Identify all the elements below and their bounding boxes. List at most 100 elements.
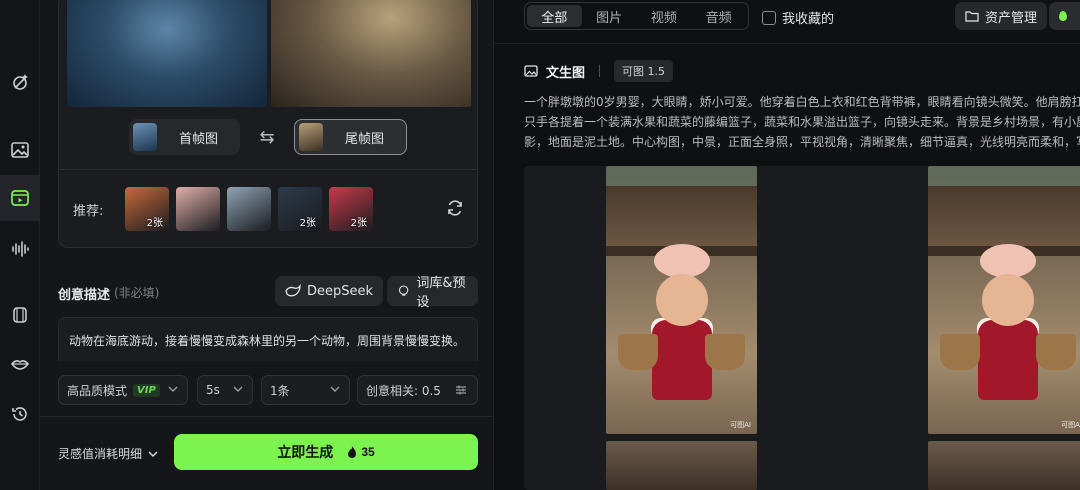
tab-2[interactable]: 视频 <box>637 5 692 27</box>
deepseek-label: DeepSeek <box>307 283 374 299</box>
last-frame-thumb <box>299 123 324 151</box>
recommendation-count: 2张 <box>350 218 367 229</box>
image-pig <box>980 244 1036 278</box>
canvas-icon <box>13 307 27 323</box>
relevance-setting[interactable]: 创意相关: 0.5 <box>357 375 478 405</box>
folder-icon <box>965 11 979 22</box>
description-input[interactable]: 动物在海底游动，接着慢慢变成森林里的另一个动物，周围背景慢慢变换。 <box>58 317 478 361</box>
count-value: 1条 <box>270 383 290 398</box>
rail-item-image[interactable] <box>0 127 40 173</box>
audio-wave-icon <box>12 241 29 257</box>
video-icon <box>11 190 29 206</box>
generate-button[interactable]: 立即生成 35 <box>174 434 478 470</box>
sliders-icon <box>456 385 466 395</box>
image-overalls <box>651 320 712 400</box>
first-frame-image[interactable] <box>67 0 267 107</box>
recommendation-count: 2张 <box>299 218 316 229</box>
library-label: 词库&预设 <box>416 276 466 310</box>
rail-item-magic[interactable] <box>0 60 40 106</box>
history-icon <box>12 407 27 421</box>
first-frame-button[interactable]: 首帧图 <box>129 119 241 155</box>
last-frame-image[interactable] <box>271 0 471 107</box>
recommendation-thumb[interactable]: 2张 <box>125 187 169 231</box>
rail-item-video[interactable] <box>0 175 40 221</box>
chevron-down-icon <box>148 451 158 457</box>
watermark: 可图AI <box>730 421 751 429</box>
result-prompt: 一个胖墩墩的0岁男婴，大眼睛，娇小可爱。他穿着白色上衣和红色背带裤，眼睛看向镜头… <box>524 92 1080 152</box>
filter-tabs: 全部 图片 视频 音频 <box>524 2 749 30</box>
library-button[interactable]: 词库&预设 <box>387 276 478 310</box>
duration-select[interactable]: 5s <box>197 375 253 405</box>
result-image-4[interactable] <box>928 441 1080 490</box>
cost-label: 灵感值消耗明细 <box>58 447 143 461</box>
asset-management-button[interactable]: 资产管理 <box>955 2 1048 30</box>
duration-value: 5s <box>206 383 220 397</box>
prompt-line: 一个胖墩墩的0岁男婴，大眼睛，娇小可爱。他穿着白色上衣和红色背带裤，眼睛看向镜头… <box>524 95 1080 109</box>
first-frame-thumb <box>133 123 157 151</box>
count-select[interactable]: 1条 <box>261 375 350 405</box>
last-frame-button[interactable]: 尾帧图 <box>294 119 408 155</box>
flame-icon <box>348 446 357 458</box>
image-icon <box>11 142 29 158</box>
tab-3[interactable]: 音频 <box>691 5 746 27</box>
recommendation-list: 2张 2张 2张 <box>125 187 373 231</box>
favorites-label: 我收藏的 <box>782 12 835 27</box>
frame-preview-area <box>67 0 471 107</box>
vip-badge: VIP <box>133 383 160 397</box>
frames-card: 首帧图 ⇆ 尾帧图 推荐: 2张 2张 2张 <box>58 0 478 248</box>
rail-item-history[interactable] <box>0 391 40 437</box>
recommend-label: 推荐: <box>73 204 104 219</box>
image-baby-face <box>655 274 708 326</box>
result-grid: 可图AI 可图AI <box>524 166 1080 490</box>
description-header: 创意描述 (非必填) DeepSeek 词库&预设 <box>58 276 478 310</box>
deepseek-whale-icon <box>285 283 301 297</box>
chevron-down-icon <box>330 386 340 392</box>
flame-icon <box>1059 11 1067 21</box>
result-image-1[interactable]: 可图AI <box>606 166 757 434</box>
recommendation-thumb[interactable]: 2张 <box>329 187 373 231</box>
prompt-line: 只手各提着一个装满水果和蔬菜的藤编篮子，蔬菜和水果溢出篮子，向镜头走来。背景是乡… <box>524 115 1080 129</box>
recommendation-thumb[interactable] <box>227 187 271 231</box>
description-title: 创意描述 <box>58 288 111 303</box>
credits-button[interactable] <box>1049 2 1080 30</box>
first-frame-label: 首帧图 <box>179 131 219 147</box>
left-nav-rail <box>0 0 40 490</box>
tab-0[interactable]: 全部 <box>527 5 582 27</box>
result-image-3[interactable] <box>606 441 757 490</box>
last-frame-label: 尾帧图 <box>345 131 385 147</box>
quality-select[interactable]: 高品质模式 VIP <box>58 375 188 405</box>
refresh-icon[interactable] <box>445 198 465 218</box>
model-tag: 可图 1.5 <box>614 60 674 82</box>
chevron-down-icon <box>168 386 178 392</box>
frame-selector: 首帧图 ⇆ 尾帧图 <box>129 119 408 155</box>
generate-bar: 灵感值消耗明细 立即生成 35 <box>40 416 494 490</box>
favorites-filter[interactable]: 我收藏的 <box>762 8 834 27</box>
watermark: 可图AI <box>1061 421 1080 429</box>
results-topbar: 全部 图片 视频 音频 我收藏的 资产管理 <box>494 0 1080 44</box>
swap-icon[interactable]: ⇆ <box>256 127 278 148</box>
magic-wand-icon <box>13 74 28 90</box>
rail-item-lipsync[interactable] <box>0 341 40 387</box>
favorites-checkbox[interactable] <box>762 10 776 25</box>
generate-label: 立即生成 <box>277 444 334 460</box>
result-header: 文生图 可图 1.5 <box>524 60 674 82</box>
recommendation-thumb[interactable]: 2张 <box>278 187 322 231</box>
image-basket <box>618 334 658 370</box>
image-background <box>928 441 1080 490</box>
results-area: 全部 图片 视频 音频 我收藏的 资产管理 文生图 可图 1.5 一个胖墩墩的0岁男婴… <box>494 0 1080 490</box>
cost-details-toggle[interactable]: 灵感值消耗明细 <box>58 445 158 462</box>
options-row: 高品质模式 VIP 5s 1条 创意相关: 0.5 <box>58 375 478 405</box>
tab-1[interactable]: 图片 <box>582 5 637 27</box>
image-icon <box>524 65 538 77</box>
image-pig <box>653 244 710 278</box>
rail-item-audio[interactable] <box>0 226 40 272</box>
deepseek-button[interactable]: DeepSeek <box>275 276 384 306</box>
result-image-2[interactable]: 可图AI <box>928 166 1080 434</box>
credit-cost: 35 <box>347 445 375 459</box>
rail-item-canvas[interactable] <box>0 292 40 338</box>
image-baby-face <box>982 274 1034 326</box>
recommendation-thumb[interactable] <box>176 187 220 231</box>
lips-icon <box>10 360 30 370</box>
image-background <box>606 441 757 490</box>
asset-label: 资产管理 <box>985 10 1038 26</box>
